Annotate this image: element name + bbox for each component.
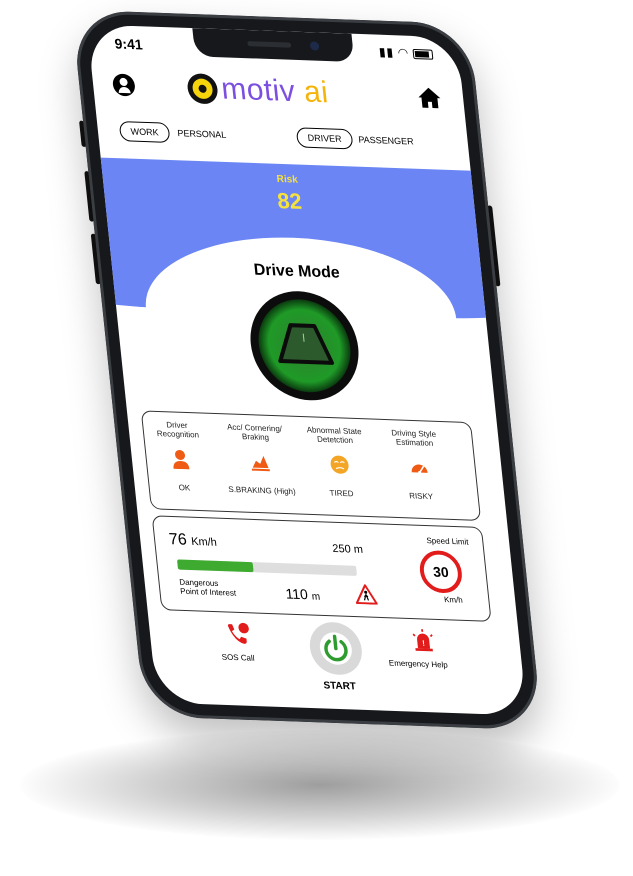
module-head-acc-cornering-braking: Acc/ Cornering/ Braking xyxy=(226,422,283,443)
logo-text: motiv ai xyxy=(219,72,330,110)
speed-panel: 76 Km/h 250 m Dangerous Point of Interes… xyxy=(151,515,492,622)
distance-ahead: 250 m xyxy=(331,542,364,557)
mode-toggles: WORK PERSONAL DRIVER PASSENGER xyxy=(97,117,470,158)
module-status-driving-style: RISKY xyxy=(408,491,434,502)
camera xyxy=(309,41,320,51)
speed-limit-sign: 30 xyxy=(417,549,464,594)
speaker xyxy=(247,41,292,48)
speedometer-icon xyxy=(411,464,428,475)
sos-call-label: SOS Call xyxy=(221,652,255,663)
modules-panel: Driver Recognition Acc/ Cornering/ Braki… xyxy=(140,410,482,521)
start-label: START xyxy=(322,680,357,693)
current-speed: 76 Km/h xyxy=(168,530,218,549)
distance-progress-track xyxy=(177,559,358,576)
pedestrian-warning-icon xyxy=(355,584,378,605)
battery-icon xyxy=(412,48,434,60)
module-status-braking: S.BRAKING (High) xyxy=(227,484,297,497)
person-icon xyxy=(173,449,190,470)
start-button[interactable]: START xyxy=(307,621,365,693)
personal-toggle[interactable]: PERSONAL xyxy=(176,124,227,144)
sos-phone-icon xyxy=(227,622,249,644)
road-icon xyxy=(278,323,335,365)
notch xyxy=(192,28,355,62)
phone-mockup: 9:41 ▮▮ ◠ motiv ai WORK PERSONAL DRIVER … xyxy=(71,9,543,731)
status-time: 9:41 xyxy=(113,35,144,53)
app-header: motiv ai xyxy=(91,65,466,123)
profile-icon[interactable] xyxy=(111,73,136,97)
floor-shadow xyxy=(20,730,620,840)
signal-icon: ▮▮ xyxy=(378,44,395,60)
emergency-help-button[interactable]: ! Emergency Help xyxy=(385,624,470,677)
bottom-actions: SOS Call START ! Emergency Help xyxy=(148,616,525,700)
speed-limit-unit: Km/h xyxy=(443,595,464,605)
emergency-help-label: Emergency Help xyxy=(388,658,449,670)
distance-progress-fill xyxy=(177,559,254,573)
motiv-ai-logo: motiv ai xyxy=(186,70,330,111)
car-braking-icon xyxy=(251,455,270,472)
module-head-driving-style: Driving Style Estimation xyxy=(390,428,437,448)
dangerous-poi-label: Dangerous Point of Interest xyxy=(178,577,237,598)
app-screen: 9:41 ▮▮ ◠ motiv ai WORK PERSONAL DRIVER … xyxy=(86,24,528,716)
speed-limit-label: Speed Limit xyxy=(426,536,469,547)
dangerous-poi-distance: 110 m xyxy=(284,585,321,603)
module-status-driver-recognition: OK xyxy=(178,483,191,493)
passenger-toggle[interactable]: PASSENGER xyxy=(357,130,414,150)
home-icon[interactable] xyxy=(416,86,442,109)
steering-wheel-icon xyxy=(186,73,220,105)
module-head-driver-recognition: Driver Recognition xyxy=(156,420,200,440)
driver-toggle[interactable]: DRIVER xyxy=(295,127,354,150)
siren-icon: ! xyxy=(412,629,433,652)
module-head-abnormal-state: Abnormal State Detetction xyxy=(306,425,362,446)
module-status-abnormal: TIRED xyxy=(329,488,354,499)
tired-face-icon xyxy=(330,455,349,474)
sos-call-button[interactable]: SOS Call xyxy=(208,618,273,671)
power-icon xyxy=(324,634,348,662)
wifi-icon: ◠ xyxy=(397,45,410,60)
status-icons: ▮▮ ◠ xyxy=(378,44,434,61)
work-toggle[interactable]: WORK xyxy=(118,121,171,143)
